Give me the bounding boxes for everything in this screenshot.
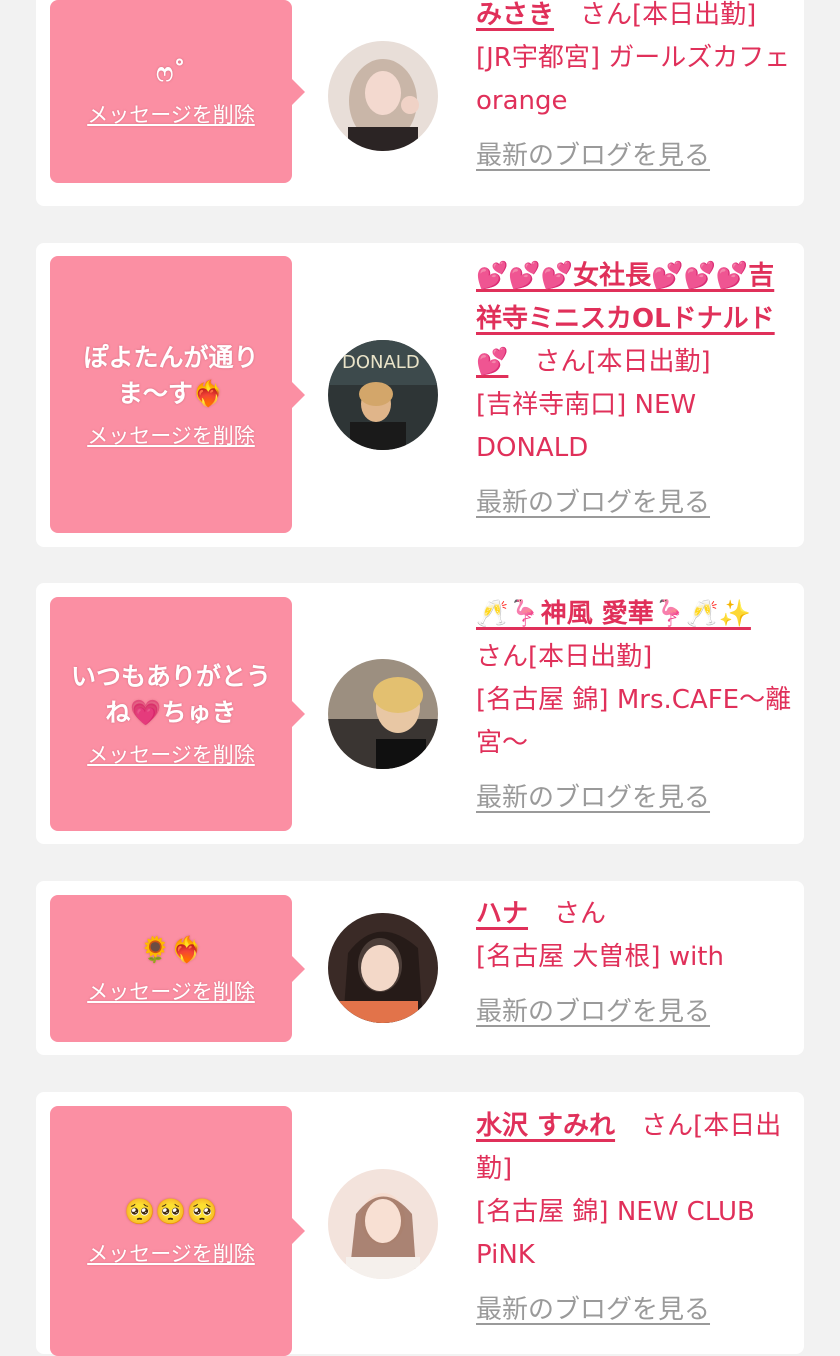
honorific: さん: [476, 642, 529, 672]
message-bubble: 🥺🥺🥺 メッセージを削除: [50, 1106, 305, 1356]
message-bubble: いつもありがとうね💗ちゅき メッセージを削除: [50, 597, 305, 831]
message-text: 🌻❤️‍🔥: [139, 934, 203, 964]
avatar[interactable]: [328, 913, 438, 1023]
sender-name-link[interactable]: ハナ: [476, 899, 528, 929]
message-card: ぽよたんが通りま〜す❤️‍🔥 メッセージを削除 DONALD 💕💕💕女社長💕💕💕…: [36, 243, 804, 547]
shop-name: [名古屋 錦] Mrs.CAFE〜離宮〜: [476, 685, 792, 758]
latest-blog-link[interactable]: 最新のブログを見る: [476, 482, 794, 525]
avatar[interactable]: [328, 1169, 438, 1279]
attendance-status: [本日出勤]: [586, 347, 711, 377]
sender-name-link[interactable]: 🥂🦩神風 愛華🦩🥂✨: [476, 599, 751, 629]
honorific: さん: [554, 899, 607, 929]
delete-message-link[interactable]: メッセージを削除: [87, 1238, 255, 1268]
sender-info: 水沢 すみれ さん[本日出勤] [名古屋 錦] NEW CLUB PiNK 最新の…: [476, 1105, 794, 1332]
message-text: 🥺🥺🥺: [124, 1197, 218, 1226]
sender-info: 🥂🦩神風 愛華🦩🥂✨さん[本日出勤] [名古屋 錦] Mrs.CAFE〜離宮〜 …: [476, 593, 794, 820]
delete-message-link[interactable]: メッセージを削除: [87, 99, 255, 129]
sender-name-link[interactable]: みさき: [476, 0, 554, 30]
latest-blog-link[interactable]: 最新のブログを見る: [476, 1289, 794, 1332]
honorific: さん: [580, 0, 633, 30]
avatar[interactable]: [328, 41, 438, 151]
latest-blog-link[interactable]: 最新のブログを見る: [476, 135, 794, 178]
shop-name: [名古屋 錦] NEW CLUB PiNK: [476, 1197, 755, 1270]
message-text: いつもありがとうね💗ちゅき: [70, 662, 271, 727]
shop-name: [名古屋 大曽根] with: [476, 942, 724, 972]
sender-name-link[interactable]: 水沢 すみれ: [476, 1111, 615, 1141]
shop-name: [JR宇都宮] ガールズカフェ orange: [476, 43, 791, 116]
svg-text:DONALD: DONALD: [342, 352, 420, 373]
message-card: 🌻❤️‍🔥 メッセージを削除 ハナ さん [名古屋 大曽根] with 最新のブロ…: [36, 881, 804, 1055]
message-card: いつもありがとうね💗ちゅき メッセージを削除 🥂🦩神風 愛華🦩🥂✨ さん[本日出勤…: [36, 583, 804, 844]
message-bubble: 🌻❤️‍🔥 メッセージを削除: [50, 895, 305, 1042]
latest-blog-link[interactable]: 最新のブログを見る: [476, 991, 794, 1034]
message-bubble: ぽよたんが通りま〜す❤️‍🔥 メッセージを削除: [50, 256, 305, 533]
latest-blog-link[interactable]: 最新のブログを見る: [476, 777, 794, 820]
honorific: さん: [534, 347, 587, 377]
message-text: ぽよたんが通りま〜す❤️‍🔥: [83, 342, 259, 408]
message-bubble: ෆ˚ メッセージを削除: [50, 0, 305, 183]
delete-message-link[interactable]: メッセージを削除: [87, 976, 255, 1006]
avatar[interactable]: [328, 659, 438, 769]
message-card: 🥺🥺🥺 メッセージを削除 水沢 すみれ さん[本日出勤] [名古屋 錦] NEW …: [36, 1092, 804, 1356]
message-text: ෆ˚: [156, 57, 186, 87]
sender-info: 💕💕💕女社長💕💕💕吉祥寺ミニスカOLドナルド💕 さん[本日出勤] [吉祥寺南口] …: [476, 255, 794, 525]
sender-info: みさき さん[本日出勤] [JR宇都宮] ガールズカフェ orange 最新のブロ…: [476, 0, 794, 178]
delete-message-link[interactable]: メッセージを削除: [87, 739, 255, 769]
delete-message-link[interactable]: メッセージを削除: [87, 420, 255, 450]
attendance-status: [本日出勤]: [632, 0, 757, 30]
shop-name: [吉祥寺南口] NEW DONALD: [476, 390, 697, 463]
sender-info: ハナ さん [名古屋 大曽根] with 最新のブログを見る: [476, 893, 794, 1034]
message-card: ෆ˚ メッセージを削除 みさき さん[本日出勤] [JR宇都宮] ガールズカフェ …: [36, 0, 804, 206]
honorific: さん: [641, 1111, 694, 1141]
attendance-status: [本日出勤]: [528, 642, 653, 672]
avatar[interactable]: DONALD: [328, 340, 438, 450]
